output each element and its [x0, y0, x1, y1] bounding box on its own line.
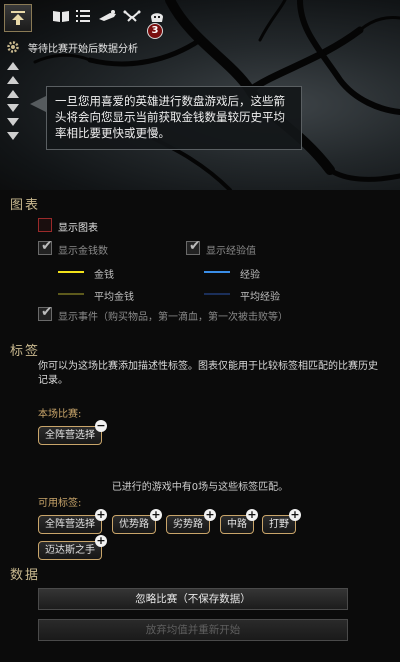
swords-icon[interactable] [122, 9, 141, 23]
this-match-label: 本场比赛: [38, 409, 82, 420]
restart-average-button[interactable]: 放弃均值并重新开始 [38, 619, 348, 641]
gear-icon[interactable] [6, 40, 20, 54]
list-icon[interactable] [74, 9, 92, 23]
xp-legend-label: 经验 [240, 270, 260, 281]
show-xp-label: 显示经验值 [206, 246, 256, 257]
add-tag-icon[interactable]: + [150, 509, 162, 521]
data-section-title: 数据 [10, 568, 41, 583]
avg-xp-line-legend [204, 293, 230, 295]
available-tag[interactable]: 迈达斯之手 [38, 541, 102, 560]
home-button[interactable] [4, 4, 32, 32]
courier-icon[interactable] [98, 9, 116, 23]
ignore-match-button[interactable]: 忽略比赛（不保存数据） [38, 588, 348, 610]
arrow-up-icon [7, 62, 19, 70]
gold-legend-label: 金钱 [94, 270, 114, 281]
hero-head-icon[interactable] [148, 9, 166, 23]
top-toolbar: 3 [0, 0, 400, 39]
show-gold-checkbox[interactable]: ✔ [38, 238, 53, 255]
pace-arrows [7, 62, 21, 146]
show-gold-label: 显示金钱数 [58, 246, 108, 257]
notification-badge: 3 [147, 23, 163, 39]
show-events-checkbox[interactable]: ✔ [38, 304, 53, 321]
remove-tag-icon[interactable]: − [95, 420, 107, 432]
status-row: 等待比赛开始后数据分析 [6, 40, 138, 55]
arrow-up-icon [7, 76, 19, 84]
avg-gold-legend-label: 平均金钱 [94, 292, 134, 303]
chart-section-title: 图表 [10, 198, 41, 213]
add-tag-icon[interactable]: + [95, 535, 107, 547]
show-events-label: 显示事件（购买物品，第一滴血，第一次被击败等） [58, 312, 288, 323]
available-tags-label: 可用标签: [38, 498, 82, 509]
show-chart-label: 显示图表 [58, 223, 98, 234]
tooltip-bubble: 一旦您用喜爱的英雄进行数盘游戏后，这些箭头将会向您显示当前获取金钱数量较历史平均… [46, 86, 302, 150]
gold-line-legend [58, 271, 84, 273]
show-chart-checkbox[interactable] [38, 218, 52, 232]
book-icon[interactable] [52, 9, 70, 23]
tags-section-title: 标签 [10, 344, 41, 359]
available-tag[interactable]: 优势路 [112, 515, 156, 534]
available-tag[interactable]: 劣势路 [166, 515, 210, 534]
tags-description: 你可以为这场比赛添加描述性标签。图表仅能用于比较标签相匹配的比赛历史记录。 [38, 361, 378, 386]
current-tag[interactable]: 全阵营选择 [38, 426, 102, 445]
arrow-down-icon [7, 118, 19, 126]
header-banner: 3 等待比赛开始后数据分析 一旦您用喜爱的英雄进行数盘游戏后，这些箭头将会向您显… [0, 0, 400, 190]
show-xp-checkbox[interactable]: ✔ [186, 238, 201, 255]
avg-xp-legend-label: 平均经验 [240, 292, 280, 303]
match-note: 已进行的游戏中有0场与这些标签匹配。 [111, 482, 289, 493]
xp-line-legend [204, 271, 230, 273]
available-tag[interactable]: 全阵营选择 [38, 515, 102, 534]
add-tag-icon[interactable]: + [204, 509, 216, 521]
arrow-down-icon [7, 132, 19, 140]
arrow-down-icon [7, 104, 19, 112]
status-text: 等待比赛开始后数据分析 [28, 43, 138, 55]
home-arrow-icon [11, 11, 25, 25]
avg-gold-line-legend [58, 293, 84, 295]
tooltip-tail [30, 96, 46, 112]
add-tag-icon[interactable]: + [246, 509, 258, 521]
add-tag-icon[interactable]: + [289, 509, 301, 521]
add-tag-icon[interactable]: + [95, 509, 107, 521]
arrow-up-icon [7, 90, 19, 98]
